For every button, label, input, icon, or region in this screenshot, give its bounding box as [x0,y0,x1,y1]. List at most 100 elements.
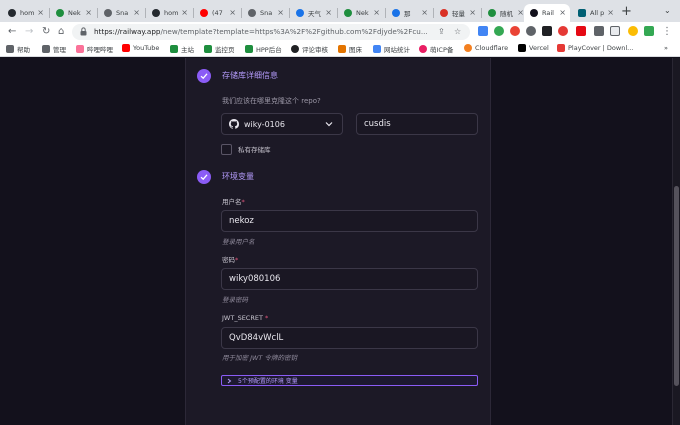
folder-icon [42,45,50,53]
youtube-icon [200,9,208,17]
tab-4[interactable]: (47 × [194,4,240,22]
tab-7[interactable]: Nek × [338,4,384,22]
tab-close-icon[interactable]: × [277,8,284,17]
tab-close-icon[interactable]: × [229,8,236,17]
tab-close-icon[interactable]: × [421,8,428,17]
tab-favicon-icon [248,9,256,17]
tab-favicon-icon [56,9,64,17]
forward-button[interactable]: → [25,25,33,39]
repo-question: 我们应该在哪里克隆这个 repo? [222,97,321,105]
tab-strip: hom × Nek × Sna × hom × (47 × Sna × 天气 × Nek × 那… [0,0,680,22]
tab-favicon-icon [440,9,448,17]
search-icon [296,9,304,17]
github-icon [229,119,239,129]
tab-search-chevron-icon[interactable]: ⌄ [664,6,671,15]
site-icon [419,45,427,53]
repo-section-title: 存储库详细信息 [222,71,278,80]
bookmark-item[interactable]: 图床 [338,44,362,54]
folder-icon [6,45,14,53]
tab-3[interactable]: hom × [146,4,192,22]
bookmark-item[interactable]: 监控页 [204,44,235,54]
share-icon[interactable]: ⇪ [438,26,445,38]
tab-label: Sna [260,9,273,17]
username-input[interactable]: nekoz [221,210,478,232]
bookmark-item[interactable]: 主站 [170,44,194,54]
tab-close-icon[interactable]: × [85,8,92,17]
tab-close-icon[interactable]: × [517,8,524,17]
lock-icon [80,27,87,36]
bookmark-item[interactable]: Vercel [518,44,549,52]
scrollbar-thumb[interactable] [674,186,679,386]
bookmark-item[interactable]: YouTube [122,44,159,52]
bilibili-icon [76,45,84,53]
bookmark-item[interactable]: Cloudflare [464,44,508,52]
tab-1[interactable]: Nek × [50,4,96,22]
address-bar[interactable]: https://railway.app/new/template?templat… [72,24,470,40]
youtube-icon [122,44,130,52]
tab-close-icon[interactable]: × [373,8,380,17]
username-label: 用户名* [222,198,245,206]
bookmark-item[interactable]: PlayCover | Downl... [557,44,633,52]
bookmark-item[interactable]: 管理 [42,44,66,54]
tab-8[interactable]: 那 × [386,4,432,22]
tab-2[interactable]: Sna × [98,4,144,22]
tab-0[interactable]: hom × [2,4,48,22]
cloudflare-icon [464,44,472,52]
railway-icon [530,9,538,17]
tab-railway-active[interactable]: Rail × [524,4,570,22]
bookmark-item[interactable]: 评论审核 [291,44,328,54]
bookmark-star-icon[interactable]: ☆ [454,26,461,38]
tab-label: Rail [542,9,554,17]
translate-extension-icon[interactable] [478,26,488,36]
tab-close-icon[interactable]: × [181,8,188,17]
bookmark-item[interactable]: 萌ICP备 [419,44,453,54]
tab-label: All p [590,9,605,17]
bookmark-item[interactable]: 哔哩哔哩 [76,44,113,54]
tab-9[interactable]: 轻量 × [434,4,480,22]
repo-owner-select[interactable]: wiky-0106 [221,113,343,135]
tab-favicon-icon [344,9,352,17]
extension-icon[interactable] [558,26,568,36]
tab-label: Nek [356,9,369,17]
password-input[interactable]: wiky080106 [221,268,478,290]
bookmark-item[interactable]: HPP后台 [245,44,282,54]
new-tab-button[interactable]: + [621,4,632,20]
preconfigured-vars-label: 5个预配置的环境 变量 [238,378,298,385]
tab-label: Nek [68,9,81,17]
home-button[interactable]: ⌂ [58,25,64,39]
tab-favicon-icon [488,9,496,17]
netflix-extension-icon[interactable] [576,26,586,36]
analytics-icon [373,45,381,53]
tab-5[interactable]: Sna × [242,4,288,22]
tab-close-icon[interactable]: × [133,8,140,17]
bookmark-item[interactable]: 网站统计 [373,44,410,54]
extension-icon[interactable] [526,26,536,36]
tab-6[interactable]: 天气 × [290,4,336,22]
extensions-puzzle-icon[interactable] [594,26,604,36]
extension-icon[interactable] [510,26,520,36]
bookmark-item[interactable]: 帮助 [6,44,30,54]
bookmarks-overflow-button[interactable]: » [664,44,668,52]
tab-close-icon[interactable]: × [559,8,566,17]
preconfigured-vars-toggle[interactable]: 5个预配置的环境 变量 [221,375,478,386]
tab-close-icon[interactable]: × [469,8,476,17]
image-host-icon [338,45,346,53]
extension-icon[interactable] [494,26,504,36]
tab-label: 轻量 [452,10,465,18]
private-repo-label: 私有存储库 [238,146,271,154]
tab-close-icon[interactable]: × [607,8,614,17]
profile-avatar-icon[interactable] [628,26,638,36]
repo-name-input[interactable]: cusdis [356,113,478,135]
private-repo-checkbox[interactable] [221,144,232,155]
back-button[interactable]: ← [8,25,16,39]
tab-close-icon[interactable]: × [37,8,44,17]
reading-list-icon[interactable] [610,26,620,36]
reload-button[interactable]: ↻ [42,25,50,39]
extension-icon[interactable] [644,26,654,36]
tab-close-icon[interactable]: × [325,8,332,17]
tab-10[interactable]: 随机 × [482,4,528,22]
extension-icon[interactable] [542,26,552,36]
jwt-secret-input[interactable]: QvD84vWclL [221,327,478,349]
tab-12[interactable]: All p × [572,4,618,22]
menu-kebab-icon[interactable]: ⋮ [662,25,672,39]
